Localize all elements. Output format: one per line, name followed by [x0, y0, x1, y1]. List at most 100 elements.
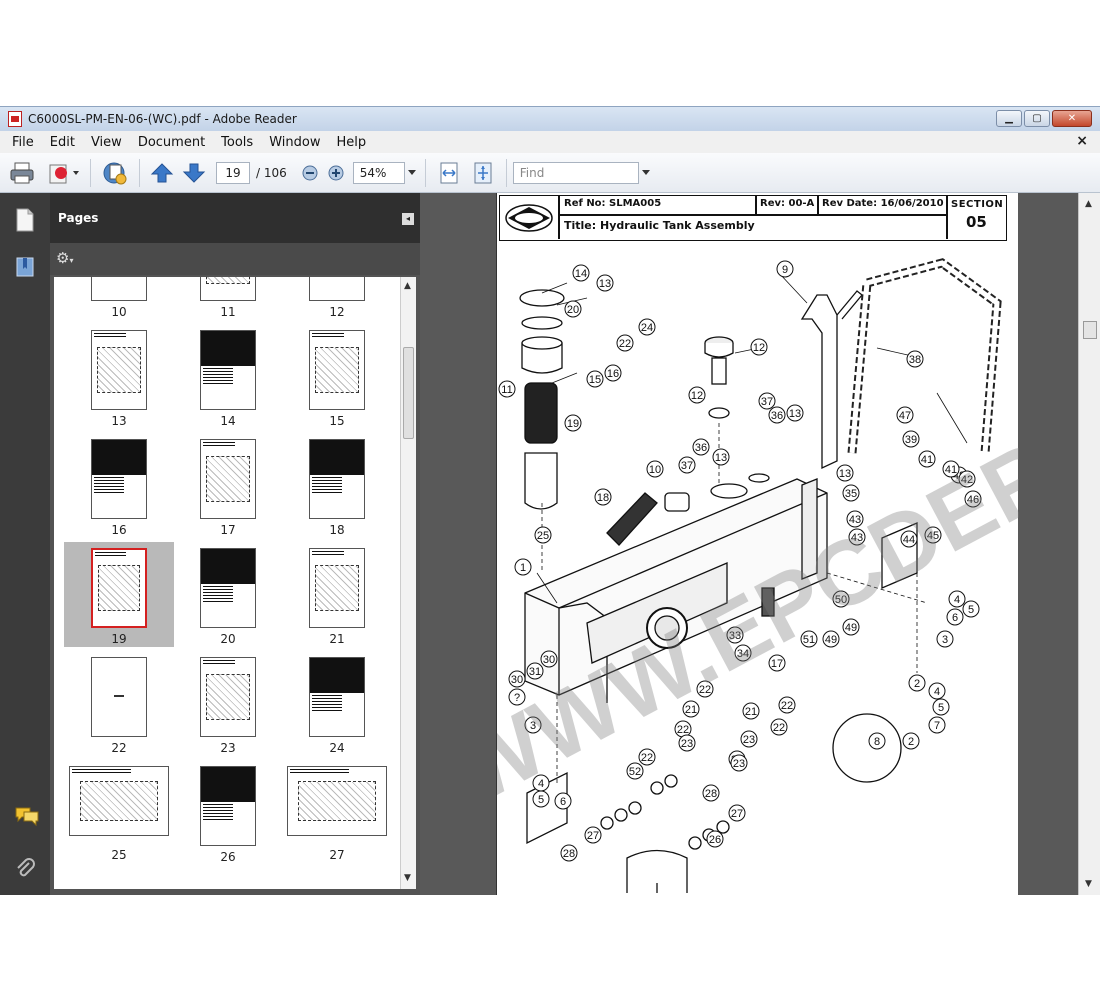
callout-number: 19 — [567, 418, 579, 430]
callout-number: 22 — [677, 724, 689, 736]
callout-number: 38 — [909, 354, 921, 366]
collapse-panel-button[interactable]: ◂ — [402, 213, 414, 225]
attachments-nav-button[interactable] — [14, 857, 36, 881]
fit-width-icon — [440, 162, 458, 183]
page-thumbnail[interactable]: 21 — [282, 542, 392, 647]
pages-nav-button[interactable] — [14, 207, 36, 232]
page-thumbnail-image — [69, 766, 169, 836]
toolbar: 19 / 106 54% Find — [0, 153, 1100, 193]
callout-number: 6 — [952, 612, 958, 624]
fit-page-button[interactable] — [466, 158, 500, 188]
document-page[interactable]: Ref No: SLMA005 Rev: 00-A Rev Date: 16/0… — [496, 193, 1019, 895]
scroll-up-arrow[interactable]: ▲ — [1085, 199, 1092, 209]
print-button[interactable] — [0, 158, 44, 188]
callout-number: 42 — [961, 474, 973, 486]
page-thumbnail[interactable]: 20 — [173, 542, 283, 647]
page-thumbnail[interactable]: 24 — [282, 651, 392, 756]
menu-help[interactable]: Help — [328, 135, 374, 150]
zoom-level-field[interactable]: 54% — [352, 161, 405, 184]
page-thumbnail-image — [309, 439, 365, 519]
menu-window[interactable]: Window — [261, 135, 328, 150]
gear-icon: ⚙ — [56, 249, 70, 267]
page-thumbnail[interactable]: 14 — [173, 324, 283, 429]
page-thumbnail-label: 23 — [220, 741, 236, 755]
scroll-down-arrow[interactable]: ▼ — [404, 873, 411, 883]
callout-number: 35 — [845, 488, 857, 500]
bookmarks-nav-button[interactable] — [14, 255, 36, 279]
zoom-in-button[interactable] — [323, 158, 349, 188]
menu-edit[interactable]: Edit — [42, 135, 83, 150]
thumbnail-scrollbar[interactable]: ▲ ▼ — [400, 277, 416, 889]
create-pdf-button[interactable] — [44, 158, 84, 188]
callout-number: 9 — [782, 264, 788, 276]
page-thumbnail-image — [91, 548, 147, 628]
menu-bar: File Edit View Document Tools Window Hel… — [0, 131, 1100, 153]
page-thumbnail[interactable]: 12 — [282, 277, 392, 320]
callout-number: 12 — [691, 390, 703, 402]
zoom-dropdown-button[interactable] — [405, 158, 419, 188]
callout-number: 49 — [825, 634, 837, 646]
page-thumbnail-image — [200, 330, 256, 410]
page-thumbnail-image — [200, 439, 256, 519]
page-thumbnail[interactable]: 18 — [282, 433, 392, 538]
minimize-button[interactable]: ▁ — [996, 110, 1022, 127]
callout-number: 24 — [641, 322, 653, 334]
page-thumbnail[interactable]: 25 — [64, 760, 174, 865]
page-thumbnail[interactable]: 22 — [64, 651, 174, 756]
menu-document[interactable]: Document — [130, 135, 213, 150]
callout-number: 13 — [715, 452, 727, 464]
page-thumbnail-label: 14 — [220, 414, 236, 428]
toolbar-separator — [139, 158, 140, 187]
document-title: Title: Hydraulic Tank Assembly — [564, 219, 755, 232]
callout-number: 14 — [575, 268, 587, 280]
page-thumbnail[interactable]: 10 — [64, 277, 174, 320]
document-scrollbar[interactable]: ▲ ▼ — [1078, 193, 1100, 895]
bookmarks-icon — [16, 257, 34, 277]
page-thumbnail-label: 18 — [329, 523, 345, 537]
find-input[interactable]: Find — [512, 161, 639, 184]
scrollbar-thumb[interactable] — [403, 347, 414, 439]
page-thumbnail-image — [309, 330, 365, 410]
callout-number: 44 — [903, 534, 915, 546]
revision: Rev: 00-A — [760, 198, 815, 209]
page-thumbnail-image — [200, 766, 256, 846]
fit-page-icon — [474, 162, 492, 183]
page-thumbnail-image — [200, 277, 256, 301]
callout-number: 11 — [501, 384, 512, 396]
page-thumbnail[interactable]: 15 — [282, 324, 392, 429]
scroll-up-arrow[interactable]: ▲ — [404, 281, 411, 291]
callout-number: 39 — [905, 434, 917, 446]
zoom-out-button[interactable] — [297, 158, 323, 188]
menu-file[interactable]: File — [4, 135, 42, 150]
page-thumbnail[interactable]: 17 — [173, 433, 283, 538]
previous-page-button[interactable] — [146, 158, 178, 188]
close-document-button[interactable]: × — [1076, 133, 1088, 149]
window-title: C6000SL-PM-EN-06-(WC).pdf - Adobe Reader — [28, 112, 297, 126]
page-thumbnail[interactable]: 16 — [64, 433, 174, 538]
page-thumbnail[interactable]: 11 — [173, 277, 283, 320]
scrollbar-thumb[interactable] — [1083, 321, 1097, 339]
callout-number: 2 — [908, 736, 914, 748]
close-button[interactable]: ✕ — [1052, 110, 1092, 127]
page-thumbnail-image — [91, 439, 147, 519]
fit-width-button[interactable] — [432, 158, 466, 188]
next-page-button[interactable] — [178, 158, 210, 188]
page-number-input[interactable]: 19 — [216, 161, 250, 184]
callout-number: 7 — [934, 720, 940, 732]
menu-view[interactable]: View — [83, 135, 130, 150]
page-thumbnail[interactable]: 19 — [64, 542, 174, 647]
comments-nav-button[interactable] — [14, 805, 39, 829]
scroll-down-arrow[interactable]: ▼ — [1085, 879, 1092, 889]
page-thumbnail[interactable]: 26 — [173, 760, 283, 865]
page-thumbnail[interactable]: 13 — [64, 324, 174, 429]
page-thumbnail[interactable]: 23 — [173, 651, 283, 756]
collaborate-button[interactable] — [97, 158, 133, 188]
options-menu-button[interactable]: ⚙▾ — [56, 249, 73, 267]
find-dropdown-button[interactable] — [639, 158, 653, 188]
maximize-button[interactable]: ▢ — [1024, 110, 1050, 127]
page-thumbnail[interactable]: 27 — [282, 760, 392, 865]
callout-number: 51 — [803, 634, 815, 646]
title-bar[interactable]: C6000SL-PM-EN-06-(WC).pdf - Adobe Reader… — [0, 107, 1100, 131]
toolbar-separator — [505, 158, 507, 187]
menu-tools[interactable]: Tools — [213, 135, 261, 150]
